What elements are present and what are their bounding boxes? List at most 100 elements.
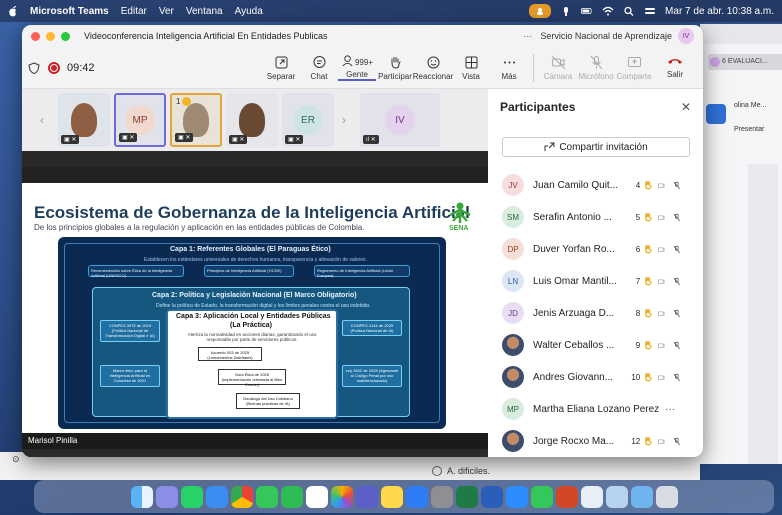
raise-hand-icon	[391, 56, 400, 69]
raised-hand-order: 10	[631, 372, 641, 382]
participant-tile-3[interactable]: 1 ▣ ✕	[170, 93, 222, 147]
phone-icon[interactable]	[530, 485, 553, 508]
menu-app-name[interactable]: Microsoft Teams	[30, 6, 109, 17]
camara-label: Cámara	[543, 71, 573, 81]
menu-datetime[interactable]: Mar 7 de abr. 10:38 a.m.	[665, 6, 774, 17]
tile-media-icons: ıl ✕	[363, 135, 379, 144]
photos-icon[interactable]	[330, 485, 353, 508]
strip-next-arrow[interactable]: ›	[342, 113, 360, 127]
menu-ayuda[interactable]: Ayuda	[235, 6, 263, 17]
more-options-icon[interactable]: ···	[523, 31, 532, 41]
comparte-button[interactable]: Comparte	[615, 55, 653, 81]
preview-icon[interactable]	[605, 485, 628, 508]
governance-infographic: Capa 1: Referentes Globales (El Paraguas…	[58, 237, 446, 429]
launchpad-icon[interactable]	[155, 485, 178, 508]
word-icon[interactable]	[480, 485, 503, 508]
quiz-radio[interactable]	[432, 466, 442, 476]
user-avatar[interactable]: IV	[678, 28, 694, 44]
toolbar-divider	[533, 53, 534, 82]
participant-initials: ER	[293, 105, 323, 135]
camara-button[interactable]: Cámara	[539, 55, 577, 81]
chat-button[interactable]: Chat	[300, 55, 338, 81]
raised-hand-order: 9	[635, 340, 641, 350]
participant-row[interactable]: Walter Ceballos ... 9	[488, 329, 703, 361]
translate-icon[interactable]	[405, 485, 428, 508]
finder-icon[interactable]	[130, 485, 153, 508]
whatsapp-icon[interactable]	[180, 485, 203, 508]
shield-icon[interactable]	[28, 61, 40, 74]
participant-tile-2[interactable]: MP ▣ ✕	[114, 93, 166, 147]
menu-ver[interactable]: Ver	[159, 6, 174, 17]
zoom-icon[interactable]	[505, 485, 528, 508]
reaccionar-label: Reaccionar	[412, 71, 454, 81]
camera-off-icon	[657, 438, 666, 444]
document-icon[interactable]	[580, 485, 603, 508]
safari-icon[interactable]	[205, 485, 228, 508]
more-options-icon[interactable]: ···	[665, 404, 675, 415]
wifi-icon[interactable]	[602, 6, 614, 16]
excel-icon[interactable]	[455, 485, 478, 508]
meeting-stage: ‹ ▣ ✕ MP ▣ ✕ 1 ▣ ✕ ▣ ✕ ER ▣ ✕ › IV ıl ✕ …	[22, 89, 488, 457]
hand-mic-icon[interactable]	[560, 6, 572, 16]
slide-subtitle: De los principios globales a la regulaci…	[34, 223, 365, 232]
maximize-window-button[interactable]	[61, 31, 70, 41]
teams-icon[interactable]	[355, 485, 378, 508]
messages-icon[interactable]	[255, 485, 278, 508]
svg-text:SENA: SENA	[449, 225, 468, 231]
menu-editar[interactable]: Editar	[121, 6, 147, 17]
share-invite-button[interactable]: Compartir invitación	[502, 137, 690, 157]
reaccionar-button[interactable]: Reaccionar	[412, 55, 454, 81]
folder-icon[interactable]	[630, 485, 653, 508]
settings-app-icon[interactable]	[430, 485, 453, 508]
meeting-title: Videoconferencia Inteligencia Artificial…	[84, 31, 328, 41]
participant-row[interactable]: MP Martha Eliana Lozano Perez ···	[488, 393, 703, 425]
strip-prev-arrow[interactable]: ‹	[40, 113, 58, 127]
notes-icon[interactable]	[380, 485, 403, 508]
participant-tile-4[interactable]: ▣ ✕	[226, 93, 278, 147]
search-icon[interactable]	[623, 6, 635, 16]
salir-button[interactable]: Salir	[653, 56, 697, 79]
minimize-window-button[interactable]	[46, 31, 55, 41]
gente-button[interactable]: 999+ Gente	[338, 54, 376, 81]
apple-icon[interactable]	[8, 5, 18, 17]
control-center-icon[interactable]	[644, 6, 656, 16]
capa3-doc-decalogo: Decálogo del Uso Cotidiano (Buenas práct…	[236, 393, 300, 409]
participar-button[interactable]: Participar	[376, 55, 414, 81]
close-panel-icon[interactable]: ✕	[681, 100, 691, 114]
participant-tile-5[interactable]: ER ▣ ✕	[282, 93, 334, 147]
close-window-button[interactable]	[31, 31, 40, 41]
trash-icon[interactable]	[655, 485, 678, 508]
menu-ventana[interactable]: Ventana	[186, 6, 223, 17]
self-view-tile[interactable]: IV ıl ✕	[360, 93, 440, 147]
raised-hand-icon	[645, 308, 652, 318]
participant-row[interactable]: Jorge Rocxo Ma... 12	[488, 425, 703, 457]
settings-icon[interactable]: ⊙	[12, 454, 20, 465]
participant-row[interactable]: DP Duver Yorfan Ro... 6	[488, 233, 703, 265]
facetime-icon[interactable]	[280, 485, 303, 508]
browser-tab[interactable]: 6 EVALUACI...	[708, 54, 782, 70]
participant-row[interactable]: JD Jenis Arzuaga D... 8	[488, 297, 703, 329]
vista-button[interactable]: Vista	[452, 55, 490, 81]
mic-off-icon	[673, 309, 681, 317]
participant-name: Luis Omar Mantil...	[533, 275, 617, 287]
battery-icon[interactable]	[581, 6, 593, 16]
participant-row[interactable]: SM Serafin Antonio ... 5	[488, 201, 703, 233]
participant-row[interactable]: LN Luis Omar Mantil... 7	[488, 265, 703, 297]
capa2-left-1: CONPES 3975 de 2019 (Política Nacional d…	[100, 320, 160, 342]
chat-label: Chat	[310, 71, 328, 81]
mas-button[interactable]: Más	[490, 55, 528, 81]
participant-name: Martha Eliana Lozano Perez	[533, 403, 660, 415]
browser-blue-button[interactable]	[706, 104, 726, 124]
powerpoint-icon[interactable]	[555, 485, 578, 508]
gente-label: Gente	[346, 70, 368, 79]
participant-tile-1[interactable]: ▣ ✕	[58, 93, 110, 147]
participant-name: Duver Yorfan Ro...	[533, 243, 615, 255]
microfono-button[interactable]: Micrófono	[577, 55, 615, 81]
screen-recording-indicator[interactable]	[529, 4, 552, 18]
chrome-icon[interactable]	[230, 485, 253, 508]
calendar-icon[interactable]	[305, 485, 328, 508]
separar-button[interactable]: Separar	[262, 55, 300, 81]
participant-row[interactable]: JV Juan Camilo Quit... 4	[488, 169, 703, 201]
participant-row[interactable]: Andres Giovann... 10	[488, 361, 703, 393]
raised-hand-order: 5	[635, 212, 641, 222]
